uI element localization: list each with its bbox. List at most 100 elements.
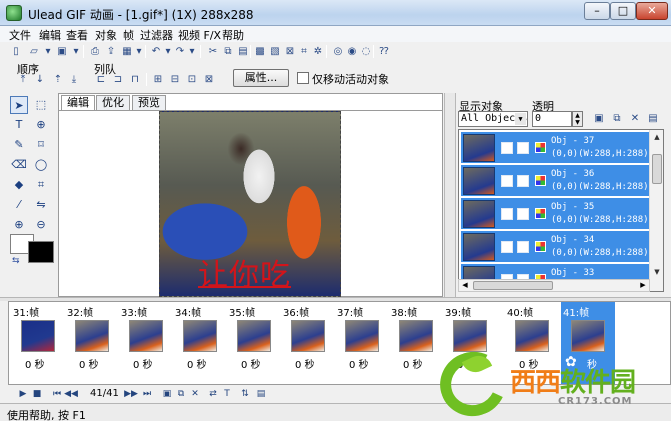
move-active-only-checkbox[interactable] — [297, 72, 309, 84]
object-lock-box[interactable] — [517, 208, 529, 220]
object-properties-icon[interactable]: ▤ — [646, 112, 660, 126]
object-list-hscrollbar[interactable]: ◀ ▶ — [458, 279, 650, 292]
duplicate-frame-icon[interactable]: ⧉ — [174, 387, 188, 401]
align-grid-icon[interactable]: ⊠ — [201, 72, 217, 87]
frame-item[interactable]: 36:帧 0 秒 — [281, 302, 335, 384]
scroll-up-icon[interactable]: ▲ — [651, 131, 663, 143]
banner-text-icon[interactable]: T — [220, 387, 234, 401]
object-visibility-box[interactable] — [501, 175, 513, 187]
cut-icon[interactable]: ✂ — [205, 44, 221, 59]
opacity-input[interactable]: 0 — [532, 111, 572, 127]
brush-tool-icon[interactable]: ✎ — [10, 136, 28, 154]
object-lock-box[interactable] — [517, 175, 529, 187]
scroll-thumb[interactable] — [473, 281, 553, 290]
duplicate-frame-icon[interactable]: ▧ — [267, 44, 283, 59]
frame-item[interactable]: 31:帧 0 秒 — [11, 302, 65, 384]
send-to-back-icon[interactable]: ⤓ — [66, 72, 82, 87]
select-tool-icon[interactable]: ⌑ — [32, 136, 50, 154]
align-middle-icon[interactable]: ⊟ — [167, 72, 183, 87]
last-frame-icon[interactable]: ⏭ — [140, 387, 154, 401]
object-delete-icon[interactable]: ✕ — [628, 112, 642, 126]
eyedropper-tool-icon[interactable]: ⁄ — [10, 196, 28, 214]
previous-frame-icon[interactable]: ◀◀ — [64, 387, 78, 401]
menu-help[interactable]: 帮助 — [222, 27, 244, 43]
object-new-icon[interactable]: ▣ — [592, 112, 606, 126]
print-icon[interactable]: ⎙ — [87, 44, 103, 59]
object-filter-select[interactable]: All Objects ▼ — [458, 111, 528, 127]
object-visibility-box[interactable] — [501, 241, 513, 253]
move-tool-icon[interactable]: ⇋ — [32, 196, 50, 214]
pointer-tool-icon[interactable]: ➤ — [10, 96, 28, 114]
object-lock-box[interactable] — [517, 142, 529, 154]
object-visibility-box[interactable] — [501, 208, 513, 220]
tab-preview[interactable]: 预览 — [132, 95, 166, 110]
frame-item[interactable]: 37:帧 0 秒 — [335, 302, 389, 384]
fill-tool-icon[interactable]: ◆ — [10, 176, 28, 194]
canvas-area[interactable]: 让你吃 — [59, 110, 442, 297]
frame-item[interactable]: 35:帧 0 秒 — [227, 302, 281, 384]
lasso-tool-icon[interactable]: ◯ — [32, 156, 50, 174]
new-file-icon[interactable]: ▯ — [8, 44, 24, 59]
opacity-spinner[interactable]: ▲ ▼ — [572, 111, 583, 127]
delete-frame-icon[interactable]: ✕ — [188, 387, 202, 401]
object-list-scrollbar[interactable]: ▲ ▼ — [649, 130, 663, 291]
object-row[interactable]: Obj - 37 (0,0)(W:288,H:288) — [461, 132, 649, 164]
menu-video-fx[interactable]: 视频 F/X — [178, 27, 221, 43]
move-down-icon[interactable]: ↓ — [32, 72, 48, 87]
frame-item[interactable]: 34:帧 0 秒 — [173, 302, 227, 384]
menu-file[interactable]: 文件 — [9, 27, 31, 43]
frame-item[interactable]: 38:帧 0 秒 — [389, 302, 443, 384]
dropdown-icon[interactable]: ▾ — [68, 44, 84, 59]
scroll-right-icon[interactable]: ▶ — [637, 280, 649, 291]
menu-frame[interactable]: 帧 — [123, 27, 134, 43]
align-left-icon[interactable]: ⊏ — [93, 72, 109, 87]
reverse-frames-icon[interactable]: ⇅ — [238, 387, 252, 401]
zoom-out-icon[interactable]: ⊖ — [32, 216, 50, 234]
object-row[interactable]: Obj - 34 (0,0)(W:288,H:288) — [461, 231, 649, 263]
properties-button[interactable]: 属性... — [233, 69, 289, 87]
stop-icon[interactable]: ■ — [30, 387, 44, 401]
transform-tool-icon[interactable]: ⊕ — [32, 116, 50, 134]
background-color-swatch[interactable] — [28, 241, 54, 263]
dropdown-icon[interactable]: ▾ — [184, 44, 200, 59]
object-lock-box[interactable] — [517, 241, 529, 253]
crop-tool-icon[interactable]: ⌗ — [32, 176, 50, 194]
zoom-in-icon[interactable]: ⊕ — [10, 216, 28, 234]
minimize-button[interactable]: – — [584, 2, 610, 20]
frame-image[interactable]: 让你吃 — [159, 111, 341, 297]
scroll-thumb[interactable] — [652, 154, 662, 184]
first-frame-icon[interactable]: ⏮ — [50, 387, 64, 401]
frame-properties-icon[interactable]: ▤ — [254, 387, 268, 401]
text-tool-icon[interactable]: T — [10, 116, 28, 134]
object-visibility-box[interactable] — [501, 142, 513, 154]
add-frame-icon[interactable]: ▩ — [252, 44, 268, 59]
swap-colors-icon[interactable]: ⇆ — [12, 256, 20, 266]
align-top-icon[interactable]: ⊞ — [150, 72, 166, 87]
next-frame-icon[interactable]: ▶▶ — [124, 387, 138, 401]
wand-icon[interactable]: ✲ — [310, 44, 326, 59]
frame-item[interactable]: 33:帧 0 秒 — [119, 302, 173, 384]
align-bottom-icon[interactable]: ⊡ — [184, 72, 200, 87]
help-pointer-icon[interactable]: ⁇ — [376, 44, 392, 59]
object-list[interactable]: Obj - 37 (0,0)(W:288,H:288) Obj - 36 (0,… — [458, 129, 664, 292]
add-frame-icon[interactable]: ▣ — [160, 387, 174, 401]
panel-splitter[interactable] — [444, 93, 456, 297]
export-icon[interactable]: ⇪ — [103, 44, 119, 59]
object-row[interactable]: Obj - 35 (0,0)(W:288,H:288) — [461, 198, 649, 230]
align-distribute-icon[interactable]: ⊓ — [127, 72, 143, 87]
play-icon[interactable]: ▶ — [16, 387, 30, 401]
eraser-tool-icon[interactable]: ⌫ — [10, 156, 28, 174]
maximize-button[interactable]: □ — [610, 2, 636, 20]
copy-icon[interactable]: ⧉ — [220, 44, 236, 59]
tab-edit[interactable]: 编辑 — [61, 95, 95, 110]
tab-optimize[interactable]: 优化 — [96, 95, 130, 110]
menu-filter[interactable]: 过滤器 — [140, 27, 173, 43]
paste-icon[interactable]: ▤ — [235, 44, 251, 59]
color-swatches[interactable]: ⇆ — [10, 234, 54, 274]
move-up-icon[interactable]: ⇡ — [50, 72, 66, 87]
menu-object[interactable]: 对象 — [95, 27, 117, 43]
object-copy-icon[interactable]: ⧉ — [610, 112, 624, 126]
menu-edit[interactable]: 编辑 — [39, 27, 61, 43]
tween-icon[interactable]: ⇄ — [206, 387, 220, 401]
object-row[interactable]: Obj - 36 (0,0)(W:288,H:288) — [461, 165, 649, 197]
